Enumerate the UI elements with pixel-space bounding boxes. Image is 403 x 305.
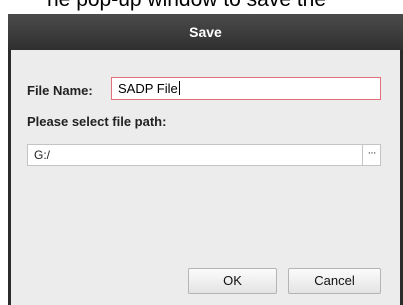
file-path-label: Please select file path: [27, 114, 167, 129]
file-name-label: File Name: [27, 83, 93, 98]
file-path-value: G:/ [34, 148, 51, 162]
cancel-button[interactable]: Cancel [288, 268, 381, 294]
dialog-body: File Name: SADP File Please select file … [11, 50, 400, 305]
text-caret [178, 81, 180, 95]
browse-button[interactable]: ··· [363, 144, 381, 166]
file-name-value: SADP File [118, 81, 178, 96]
background-caption: ne pop-up window to save the [0, 0, 403, 14]
file-path-input[interactable]: G:/ [27, 144, 363, 166]
file-name-input[interactable]: SADP File [111, 77, 381, 100]
dialog-title: Save [189, 24, 222, 40]
ok-button[interactable]: OK [188, 268, 277, 294]
save-dialog: Save File Name: SADP File Please select … [8, 14, 403, 305]
caption-text: ne pop-up window to save the [47, 0, 326, 12]
dialog-titlebar[interactable]: Save [8, 14, 403, 50]
